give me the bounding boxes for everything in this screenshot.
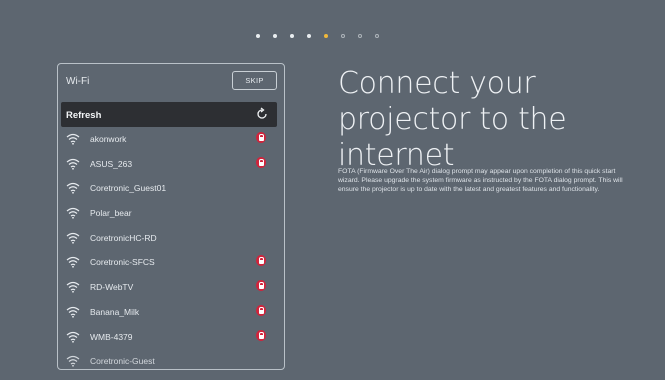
- network-item[interactable]: RD-WebTV: [58, 275, 284, 300]
- refresh-icon: [257, 107, 267, 119]
- network-name: CoretronicHC-RD: [90, 232, 157, 243]
- wifi-panel-title: Wi-Fi: [66, 76, 90, 87]
- network-item[interactable]: CoretronicHC-RD: [58, 226, 284, 251]
- wifi-icon: [66, 330, 80, 343]
- wifi-panel: Wi-Fi SKIP Refresh akonwork ASUS_263 Coret…: [57, 63, 285, 370]
- network-item[interactable]: akonwork: [58, 127, 284, 152]
- network-item[interactable]: Coretronic-SFCS: [58, 250, 284, 275]
- step-dot: [290, 34, 294, 38]
- network-name: ASUS_263: [90, 158, 133, 169]
- step-dot: [307, 34, 311, 38]
- lock-icon: [256, 329, 266, 341]
- network-item[interactable]: Coretronic-Guest: [58, 349, 284, 369]
- step-dot: [375, 34, 379, 38]
- network-item[interactable]: ASUS_263: [58, 152, 284, 177]
- network-name: Banana_Milk: [90, 306, 140, 317]
- step-progress-dots: [256, 30, 392, 42]
- wifi-icon: [66, 206, 80, 219]
- wifi-icon: [66, 280, 80, 293]
- wifi-icon: [66, 157, 80, 170]
- network-name: RD-WebTV: [90, 282, 134, 293]
- wifi-icon: [66, 305, 80, 318]
- wifi-icon: [66, 181, 80, 195]
- wifi-icon: [66, 132, 80, 145]
- step-dot: [341, 34, 345, 38]
- network-name: Polar_bear: [90, 208, 132, 219]
- network-name: Coretronic_Guest01: [90, 183, 167, 194]
- step-dot: [358, 34, 362, 38]
- lock-icon: [256, 304, 266, 316]
- lock-icon: [256, 132, 266, 143]
- network-name: WMB-4379: [90, 331, 133, 342]
- network-name: Coretronic-SFCS: [90, 257, 155, 268]
- wifi-icon: [66, 354, 80, 367]
- network-name: akonwork: [90, 134, 127, 144]
- step-dot: [273, 34, 277, 38]
- page-headline: Connect your projector to the internet: [338, 66, 567, 173]
- network-list: akonwork ASUS_263 Coretronic_Guest01 Polar_…: [58, 127, 284, 369]
- lock-icon: [256, 280, 266, 292]
- wifi-icon: [66, 231, 80, 244]
- network-item[interactable]: WMB-4379: [58, 325, 284, 350]
- refresh-label: Refresh: [66, 110, 102, 121]
- step-dot: [256, 34, 260, 38]
- step-dot-active: [324, 34, 328, 38]
- skip-button[interactable]: SKIP: [232, 71, 277, 90]
- network-item[interactable]: Polar_bear: [58, 201, 284, 226]
- lock-icon: [256, 255, 266, 267]
- refresh-button[interactable]: Refresh: [61, 102, 277, 127]
- network-item[interactable]: Banana_Milk: [58, 300, 284, 325]
- network-item[interactable]: Coretronic_Guest01: [58, 176, 284, 201]
- wifi-panel-header: Wi-Fi SKIP: [58, 64, 284, 100]
- wifi-icon: [66, 255, 80, 269]
- lock-icon: [256, 156, 266, 168]
- fota-description: FOTA (Firmware Over The Air) dialog prom…: [338, 168, 623, 193]
- network-name: Coretronic-Guest: [90, 356, 155, 367]
